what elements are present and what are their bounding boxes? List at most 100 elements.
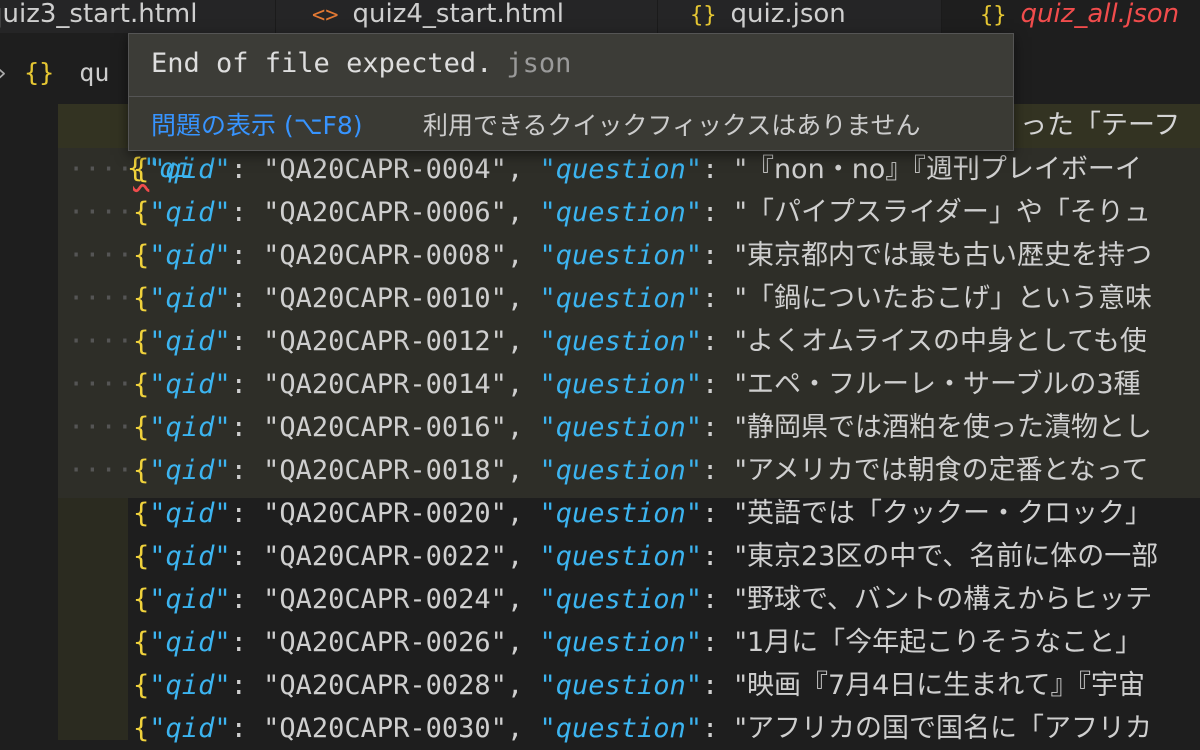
code-line: {"qid": "QA20CAPR-0026", "question": "1月… [68, 621, 1142, 664]
code-line: {"qid": "QA20CAPR-0020", "question": "英語… [68, 492, 1152, 535]
code-line: ····{"qid": "QA20CAPR-0008", "question":… [68, 234, 1152, 277]
colon: : [702, 154, 735, 185]
tab-label: quiz3_start.html [0, 0, 198, 29]
view-problem-link[interactable]: 問題の表示 (⌥F8) [151, 106, 363, 142]
json-key: "question" [539, 541, 703, 572]
colon: : [230, 627, 264, 658]
comma: , [506, 240, 540, 271]
json-key: "question" [539, 240, 703, 271]
json-key: "question" [539, 670, 703, 701]
code-line: {"qid": "QA20CAPR-0022", "question": "東京… [68, 535, 1158, 578]
comma: , [506, 584, 540, 615]
question-value: "静岡県では酒粕を使った漬物とし [734, 412, 1152, 443]
tab-quiz4-start-html[interactable]: <> quiz4_start.html [276, 0, 658, 33]
json-key: "question" [539, 713, 703, 744]
indent-dots: ···· [68, 154, 134, 185]
code-line: ····{"qid": "QA20CAPR-0006", "question":… [68, 191, 1151, 234]
colon: : [702, 670, 735, 701]
comma: , [506, 670, 540, 701]
tab-label: quiz.json [730, 0, 846, 29]
json-key: "qid" [149, 326, 231, 357]
qid-value: "QA20CAPR-0012" [263, 326, 507, 357]
json-file-icon: {} [24, 58, 55, 87]
colon: : [230, 541, 264, 572]
qid-value: "QA20CAPR-0026" [263, 627, 507, 658]
json-key: "qid" [149, 541, 231, 572]
json-key: "question" [539, 283, 703, 314]
qid-value: "QA20CAPR-0014" [263, 369, 507, 400]
brace: { [133, 455, 150, 486]
json-key: "qid" [149, 498, 231, 529]
json-key: "question" [539, 584, 703, 615]
comma: , [506, 154, 540, 185]
json-key: "qid" [149, 412, 231, 443]
json-key: "qid" [149, 154, 231, 185]
brace: { [133, 713, 150, 744]
code-line: {"qid": "QA20CAPR-0030", "question": "アフ… [68, 707, 1152, 750]
question-value: "野球で、バントの構えからヒッテ [734, 584, 1153, 615]
json-key: "qid" [149, 455, 231, 486]
colon: : [230, 154, 264, 185]
code-line: ····{"qid": "QA20CAPR-0014", "question":… [68, 363, 1141, 406]
json-key: "question" [539, 455, 703, 486]
tab-quiz3-start-html[interactable]: quiz3_start.html [0, 0, 276, 33]
code-editor[interactable]: {"qi った「テーフ ····{"qid": "QA20CAPR-0004",… [0, 104, 1200, 744]
json-key: "question" [539, 369, 703, 400]
error-text: End of file expected. [151, 48, 493, 79]
code-line: ····{"qid": "QA20CAPR-0010", "question":… [68, 277, 1152, 320]
tab-quiz-all-json[interactable]: {} quiz_all.json [942, 0, 1200, 33]
tab-quiz-json[interactable]: {} quiz.json [658, 0, 942, 33]
breadcrumb-item[interactable]: qu [79, 58, 109, 87]
colon: : [702, 412, 735, 443]
json-file-icon: {} [980, 3, 1007, 28]
json-key: "qid" [149, 240, 231, 271]
json-key: "question" [539, 197, 703, 228]
code-line: ····{"qid": "QA20CAPR-0018", "question":… [68, 449, 1148, 492]
json-key: "qid" [149, 283, 231, 314]
question-value: "よくオムライスの中身としても使 [734, 326, 1147, 357]
colon: : [702, 498, 735, 529]
json-key: "qid" [149, 627, 231, 658]
brace: { [133, 283, 150, 314]
error-source: json [506, 48, 572, 79]
question-value: "東京都内では最も古い歴史を持つ [734, 240, 1152, 271]
indent-dots: ···· [68, 412, 134, 443]
json-key: "qid" [149, 713, 231, 744]
qid-value: "QA20CAPR-0020" [263, 498, 507, 529]
code-line: {"qid": "QA20CAPR-0024", "question": "野球… [68, 578, 1152, 621]
indent-dots: ···· [68, 240, 134, 271]
question-value: "アフリカの国で国名に「アフリカ [734, 713, 1152, 744]
comma: , [506, 498, 540, 529]
colon: : [230, 283, 264, 314]
comma: , [506, 627, 540, 658]
colon: : [702, 713, 735, 744]
html-file-icon: <> [312, 3, 339, 28]
brace: { [133, 670, 150, 701]
colon: : [702, 197, 735, 228]
chevron-right-icon: › [0, 58, 24, 87]
brace: { [133, 584, 150, 615]
breadcrumb: › {} qu [0, 58, 109, 98]
comma: , [506, 326, 540, 357]
comma: , [506, 541, 540, 572]
qid-value: "QA20CAPR-0024" [263, 584, 507, 615]
brace: { [133, 498, 150, 529]
brace: { [133, 197, 150, 228]
json-key: "qid" [149, 197, 231, 228]
json-key: "question" [539, 498, 703, 529]
colon: : [702, 541, 735, 572]
json-file-icon: {} [690, 3, 717, 28]
colon: : [230, 412, 264, 443]
question-value: "「鍋についたおこげ」という意味 [734, 283, 1152, 314]
colon: : [702, 326, 735, 357]
question-value: "1月に「今年起こりそうなこと」 [734, 627, 1143, 658]
qid-value: "QA20CAPR-0030" [263, 713, 507, 744]
colon: : [702, 240, 735, 271]
colon: : [702, 369, 735, 400]
comma: , [506, 197, 540, 228]
indent-dots: ···· [68, 455, 134, 486]
